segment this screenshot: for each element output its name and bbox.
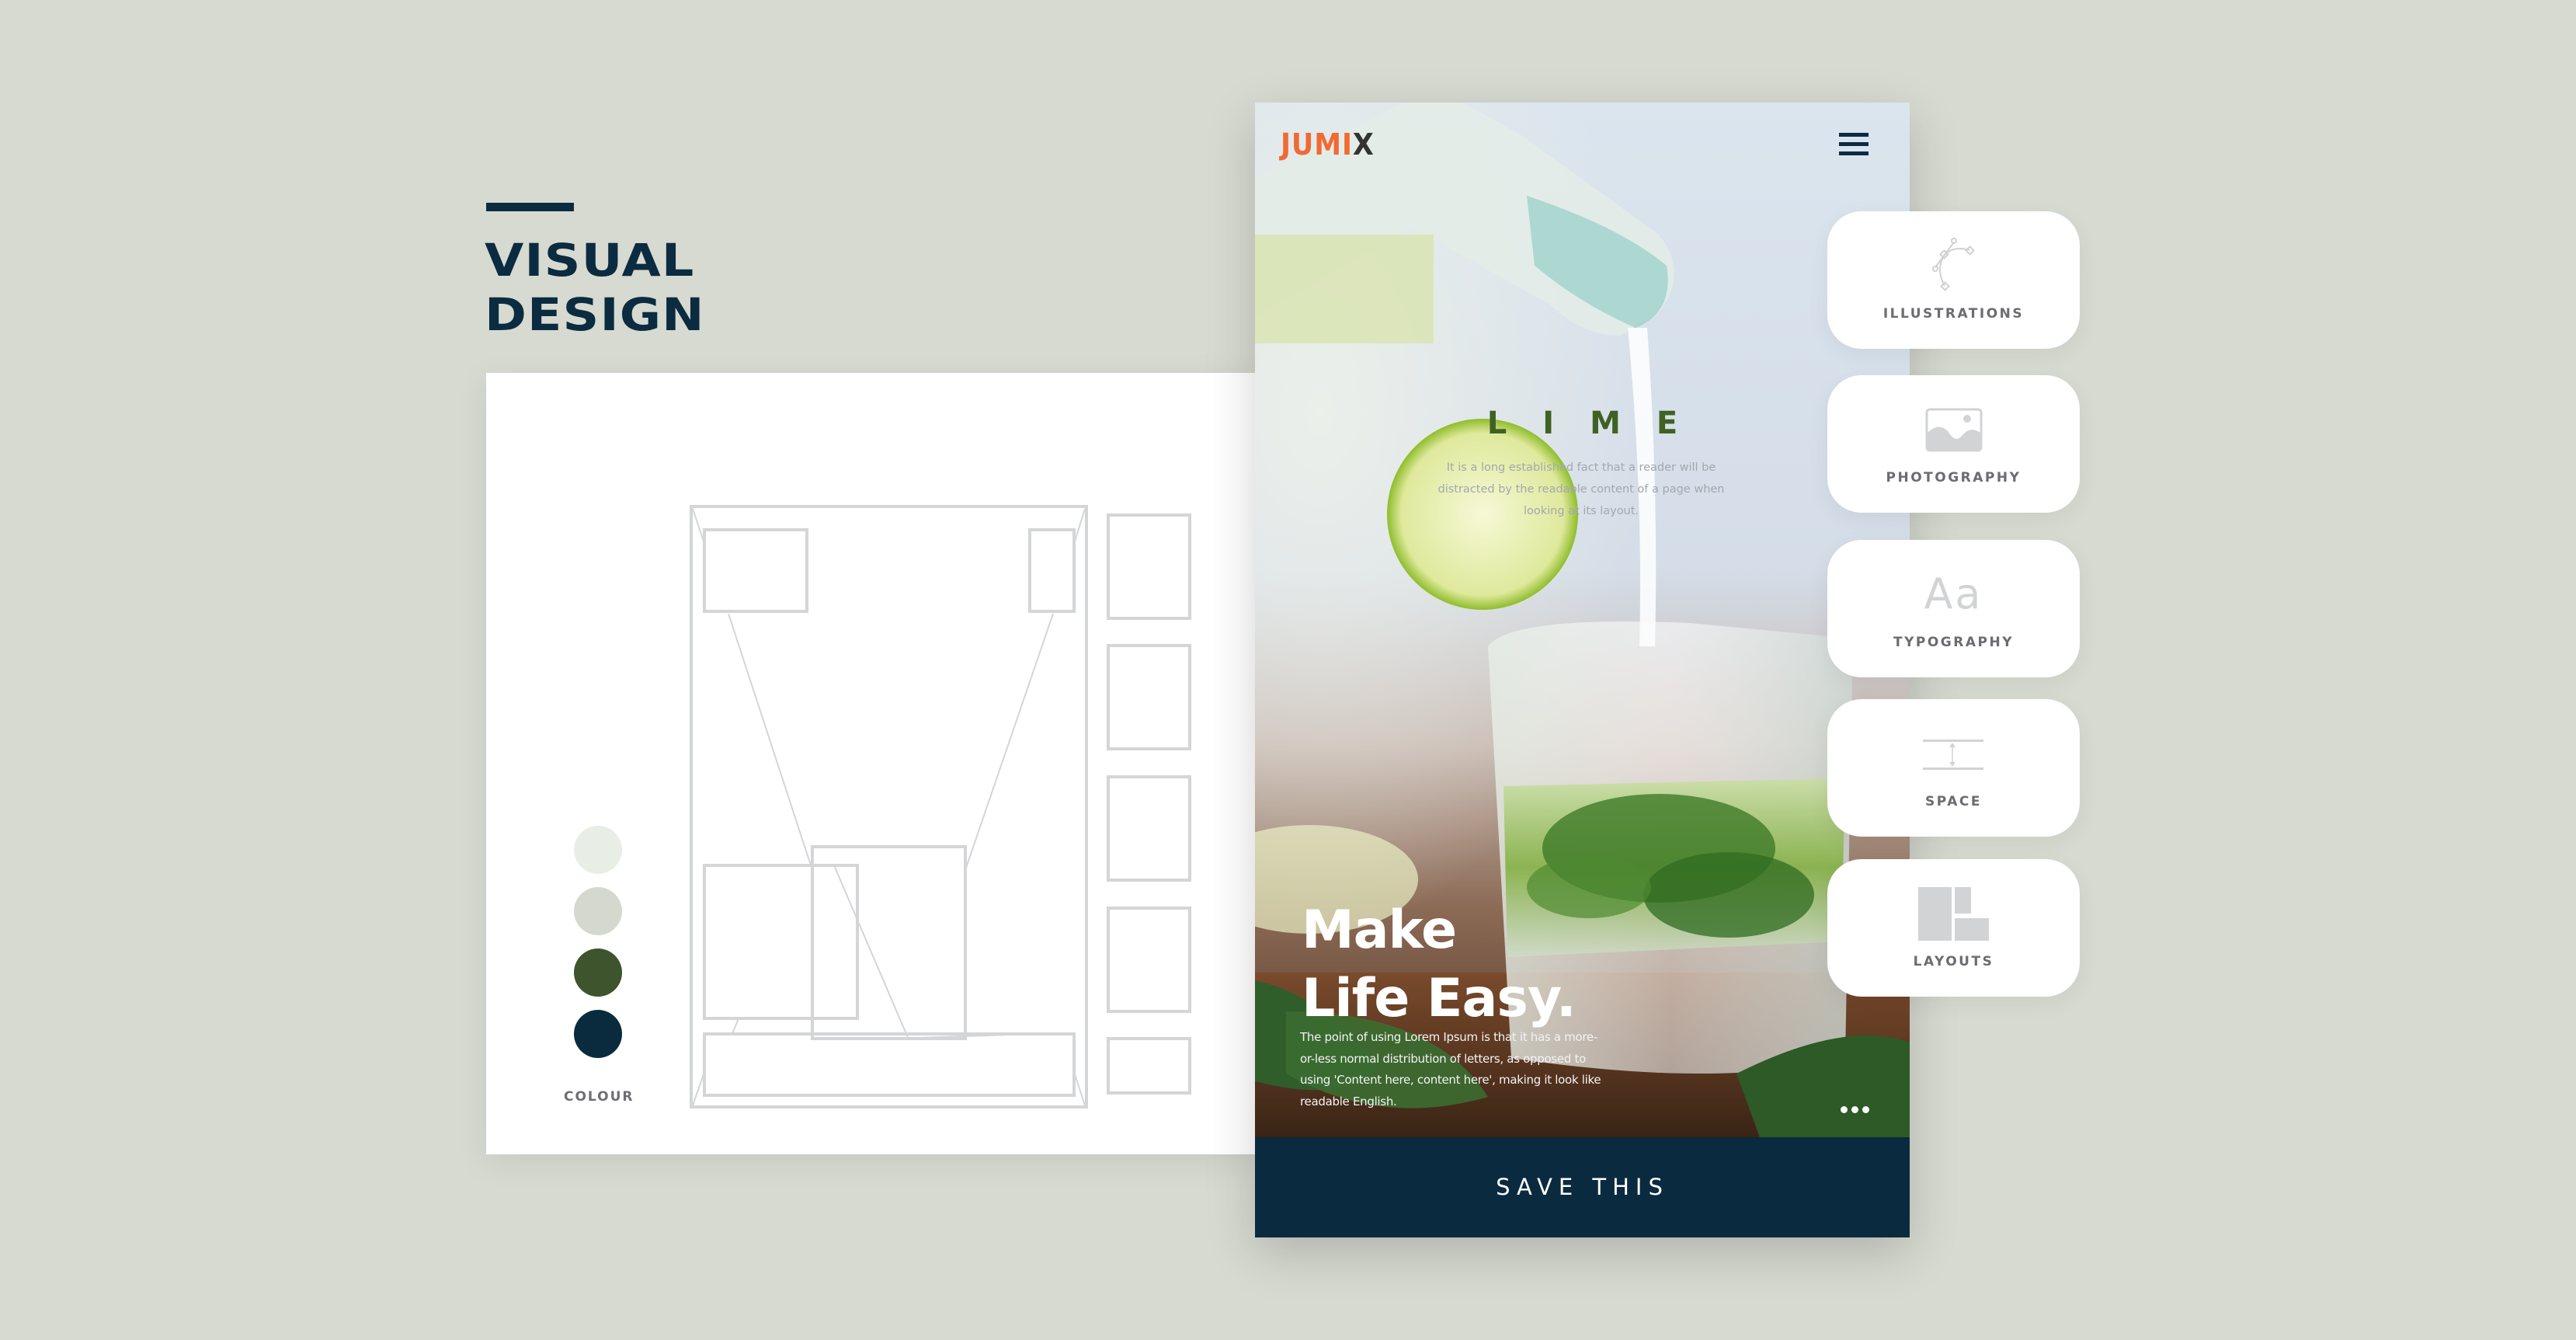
more-dots-icon[interactable] <box>1841 1106 1872 1114</box>
bezier-pen-icon <box>1827 235 2080 297</box>
category-label: PHOTOGRAPHY <box>1886 470 2022 486</box>
hero-headline-line-2: Life Easy. <box>1302 968 1577 1029</box>
category-card-illustrations[interactable]: ILLUSTRATIONS <box>1827 211 2080 349</box>
wireframe-footer-box <box>703 1032 1076 1097</box>
wireframe-thumb <box>1107 907 1191 1013</box>
category-card-layouts[interactable]: LAYOUTS <box>1827 859 2080 997</box>
wireframe-thumb <box>1107 513 1191 620</box>
wireframe-connector <box>732 1018 739 1035</box>
phone-mockup: JUMIX LIME It is a long established fact… <box>1255 103 1910 1237</box>
colour-swatch-3[interactable] <box>574 948 622 997</box>
colour-swatch-1[interactable] <box>574 826 622 874</box>
feature-title: LIME <box>1486 405 1714 441</box>
hero-headline-line-1: Make <box>1302 900 1457 961</box>
jumix-logo[interactable]: JUMIX <box>1281 126 1375 163</box>
category-label: LAYOUTS <box>1913 954 1994 969</box>
wireframe-thumb <box>1107 775 1191 882</box>
wireframe-connector <box>692 1071 705 1106</box>
wireframe-panel: COLOUR <box>486 373 1263 1154</box>
wireframe-thumb <box>1107 644 1191 750</box>
layout-grid-icon <box>1827 882 2080 945</box>
feature-description: It is a long established fact that a rea… <box>1437 461 1725 517</box>
spacing-icon <box>1827 722 2080 785</box>
page-title-line-1: VISUAL <box>485 234 695 287</box>
wireframe-menu-box <box>1028 528 1076 613</box>
page-title: VISUAL DESIGN <box>485 233 705 342</box>
save-this-button[interactable]: SAVE THIS <box>1255 1137 1910 1237</box>
hamburger-icon[interactable] <box>1839 129 1869 155</box>
logo-accent: X <box>1352 127 1375 162</box>
wireframe-connector <box>833 865 909 1040</box>
heading-accent-bar <box>486 203 574 211</box>
hero-body-text: The point of using Lorem Ipsum is that i… <box>1300 1030 1601 1109</box>
typography-icon: Aa <box>1924 569 1983 618</box>
page-title-line-2: DESIGN <box>485 288 705 341</box>
category-label: SPACE <box>1925 794 1982 809</box>
image-icon <box>1827 399 2080 461</box>
wireframe-header-box <box>703 528 808 613</box>
wireframe-connector <box>728 613 813 871</box>
category-label: ILLUSTRATIONS <box>1882 306 2025 322</box>
wireframe-content-box <box>703 864 859 1020</box>
wireframe-thumb <box>1107 1037 1191 1095</box>
category-card-space[interactable]: SPACE <box>1827 699 2080 837</box>
wireframe-center-box <box>811 845 967 1040</box>
hero-photo: JUMIX LIME It is a long established fact… <box>1255 103 1910 1137</box>
wireframe-connector <box>1073 508 1086 545</box>
colour-swatch-4[interactable] <box>574 1010 622 1058</box>
category-card-typography[interactable]: Aa TYPOGRAPHY <box>1827 540 2080 677</box>
category-label: TYPOGRAPHY <box>1893 635 2014 650</box>
logo-text: JUMI <box>1281 127 1353 162</box>
colour-swatch-2[interactable] <box>574 887 622 935</box>
category-card-photography[interactable]: PHOTOGRAPHY <box>1827 375 2080 513</box>
hero-headline: Make Life Easy. <box>1302 896 1577 1033</box>
wireframe-connector <box>692 508 705 545</box>
wireframe-connector <box>1073 1071 1086 1106</box>
wireframe-connector <box>965 613 1054 871</box>
colour-label: COLOUR <box>564 1089 634 1105</box>
